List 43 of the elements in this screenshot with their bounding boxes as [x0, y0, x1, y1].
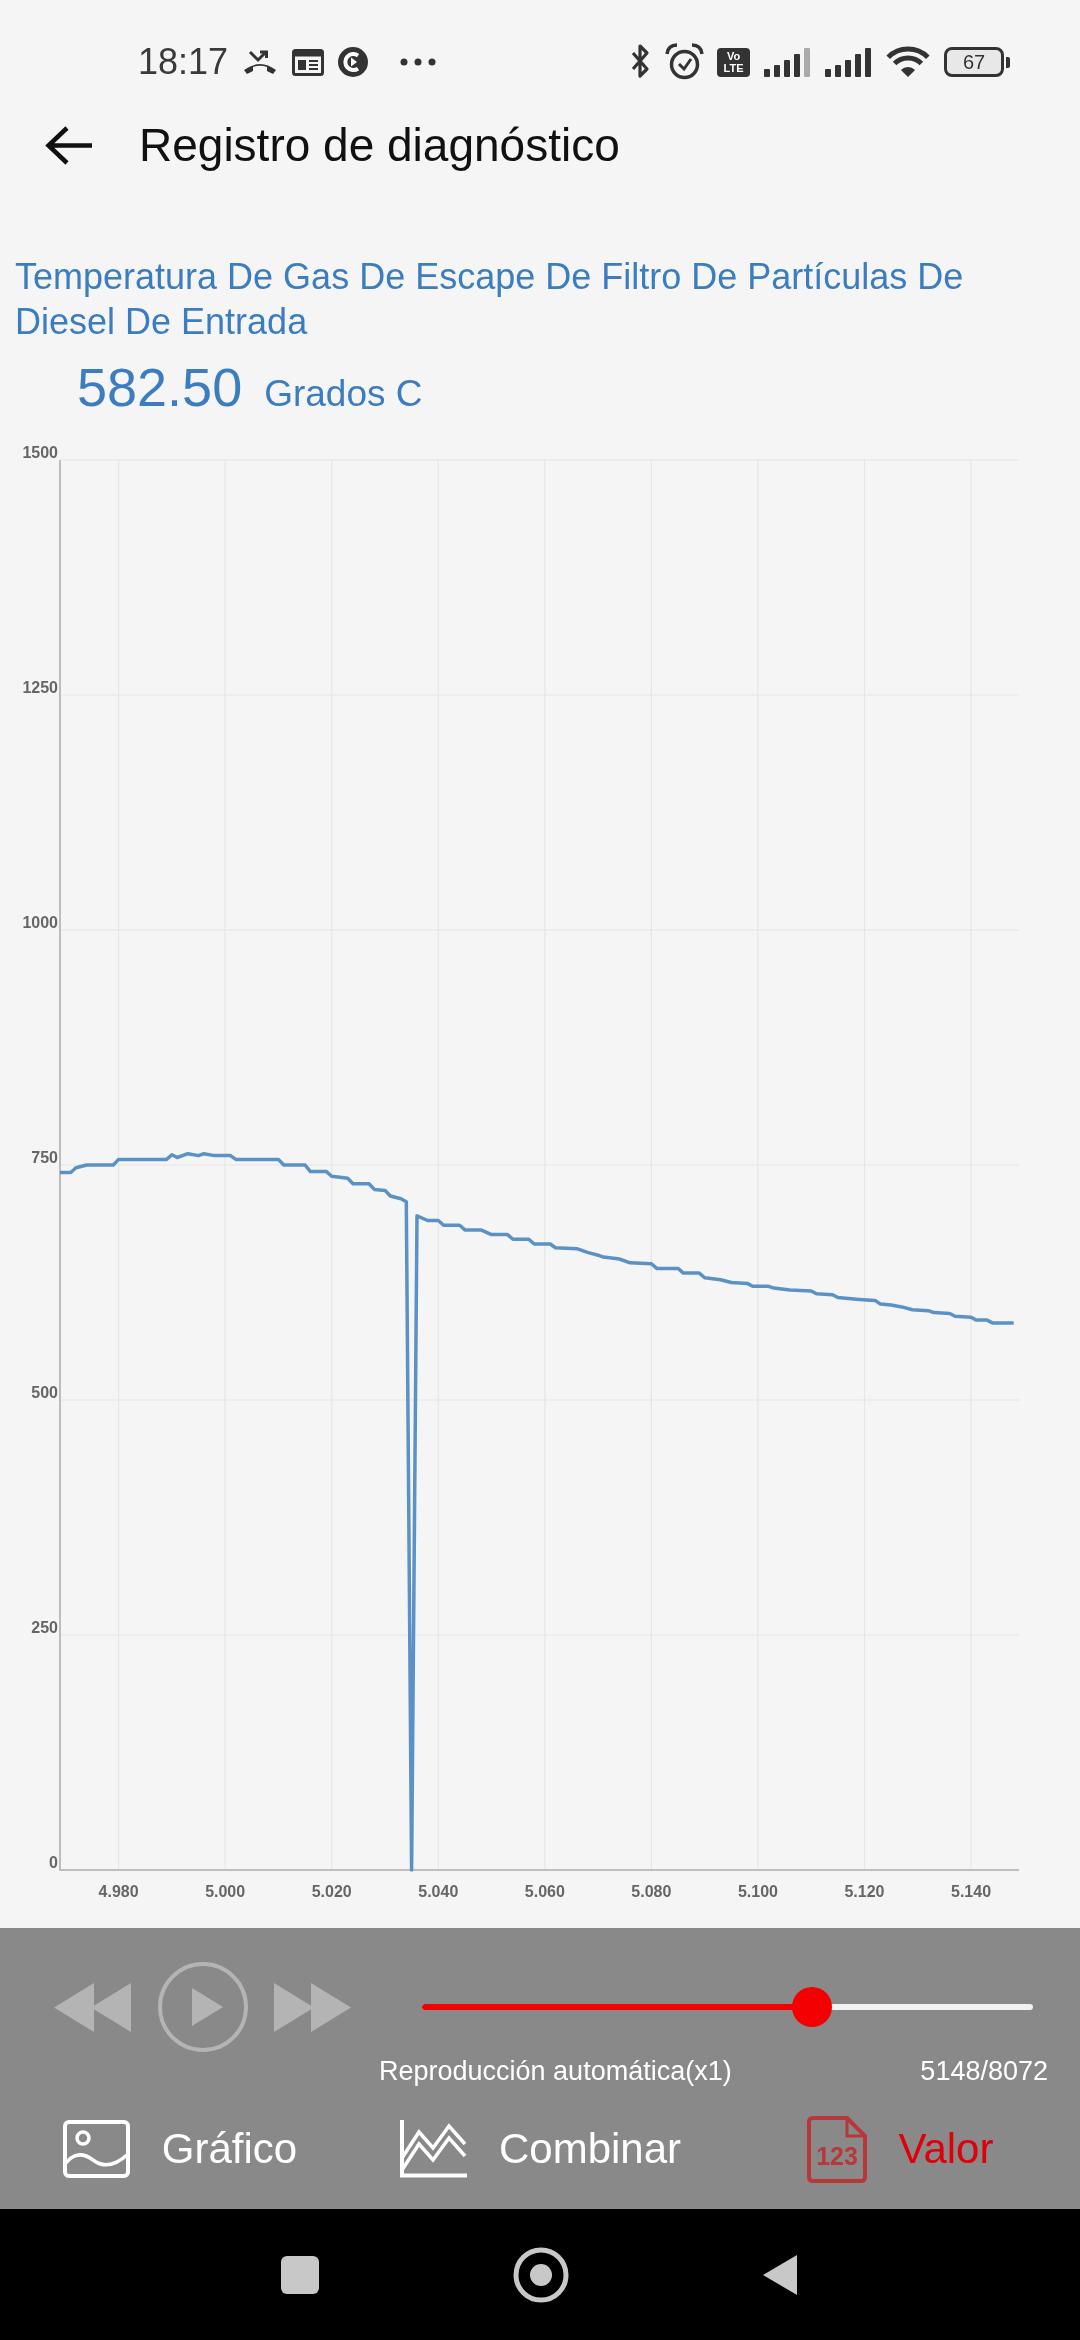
playback-mode-label: Reproducción automática(x1)	[379, 2055, 732, 2087]
x-tick-label: 5.080	[631, 1883, 672, 1900]
network-badge: Vo LTE	[717, 47, 750, 77]
image-icon	[62, 2120, 130, 2178]
page-title: Registro de diagnóstico	[139, 118, 620, 173]
square-icon[interactable]	[281, 2255, 319, 2294]
home-icon[interactable]	[513, 2246, 569, 2303]
y-tick-label: 1500	[22, 444, 58, 461]
x-tick-label: 4.980	[98, 1883, 139, 1900]
parameter-value: 582.50	[77, 356, 243, 419]
y-tick-label: 750	[31, 1149, 58, 1166]
missed-call-icon	[242, 49, 279, 75]
y-tick-label: 500	[31, 1384, 58, 1401]
slider-thumb[interactable]	[791, 1987, 832, 2027]
y-tick-label: 250	[31, 1619, 58, 1636]
line-chart-icon	[398, 2120, 467, 2178]
bottom-tab[interactable]: Gráfico	[62, 2120, 298, 2178]
parameter-name: Temperatura De Gas De Escape De Filtro De Partículas De Diesel De Entrada	[15, 255, 965, 344]
playback-slider[interactable]	[422, 1987, 1033, 2027]
x-tick-label: 5.040	[418, 1883, 459, 1900]
wifi-icon	[885, 45, 931, 79]
y-tick-label: 1250	[22, 679, 58, 696]
back-icon[interactable]	[763, 2254, 797, 2295]
signal-icon	[824, 47, 872, 77]
round-app-icon	[338, 47, 369, 77]
x-tick-label: 5.140	[951, 1883, 992, 1900]
unit-label: Grados C	[264, 372, 423, 416]
position-counter: 5148/8072	[920, 2055, 1048, 2087]
alarm-clock-icon	[665, 42, 704, 82]
x-tick-label: 5.060	[524, 1883, 565, 1900]
y-tick-label: 1000	[22, 914, 58, 931]
more-icon	[400, 58, 437, 66]
news-icon	[292, 48, 325, 76]
document-icon: 123	[806, 2115, 867, 2183]
x-tick-label: 5.020	[311, 1883, 352, 1900]
bottom-tab[interactable]: Combinar	[398, 2120, 682, 2178]
back-arrow-icon[interactable]	[45, 124, 93, 166]
x-tick-label: 5.000	[205, 1883, 246, 1900]
x-tick-label: 5.120	[844, 1883, 885, 1900]
signal-icon	[763, 47, 811, 77]
status-time: 18:17	[138, 42, 229, 82]
y-tick-label: 0	[49, 1854, 58, 1871]
x-tick-label: 5.100	[737, 1883, 778, 1900]
